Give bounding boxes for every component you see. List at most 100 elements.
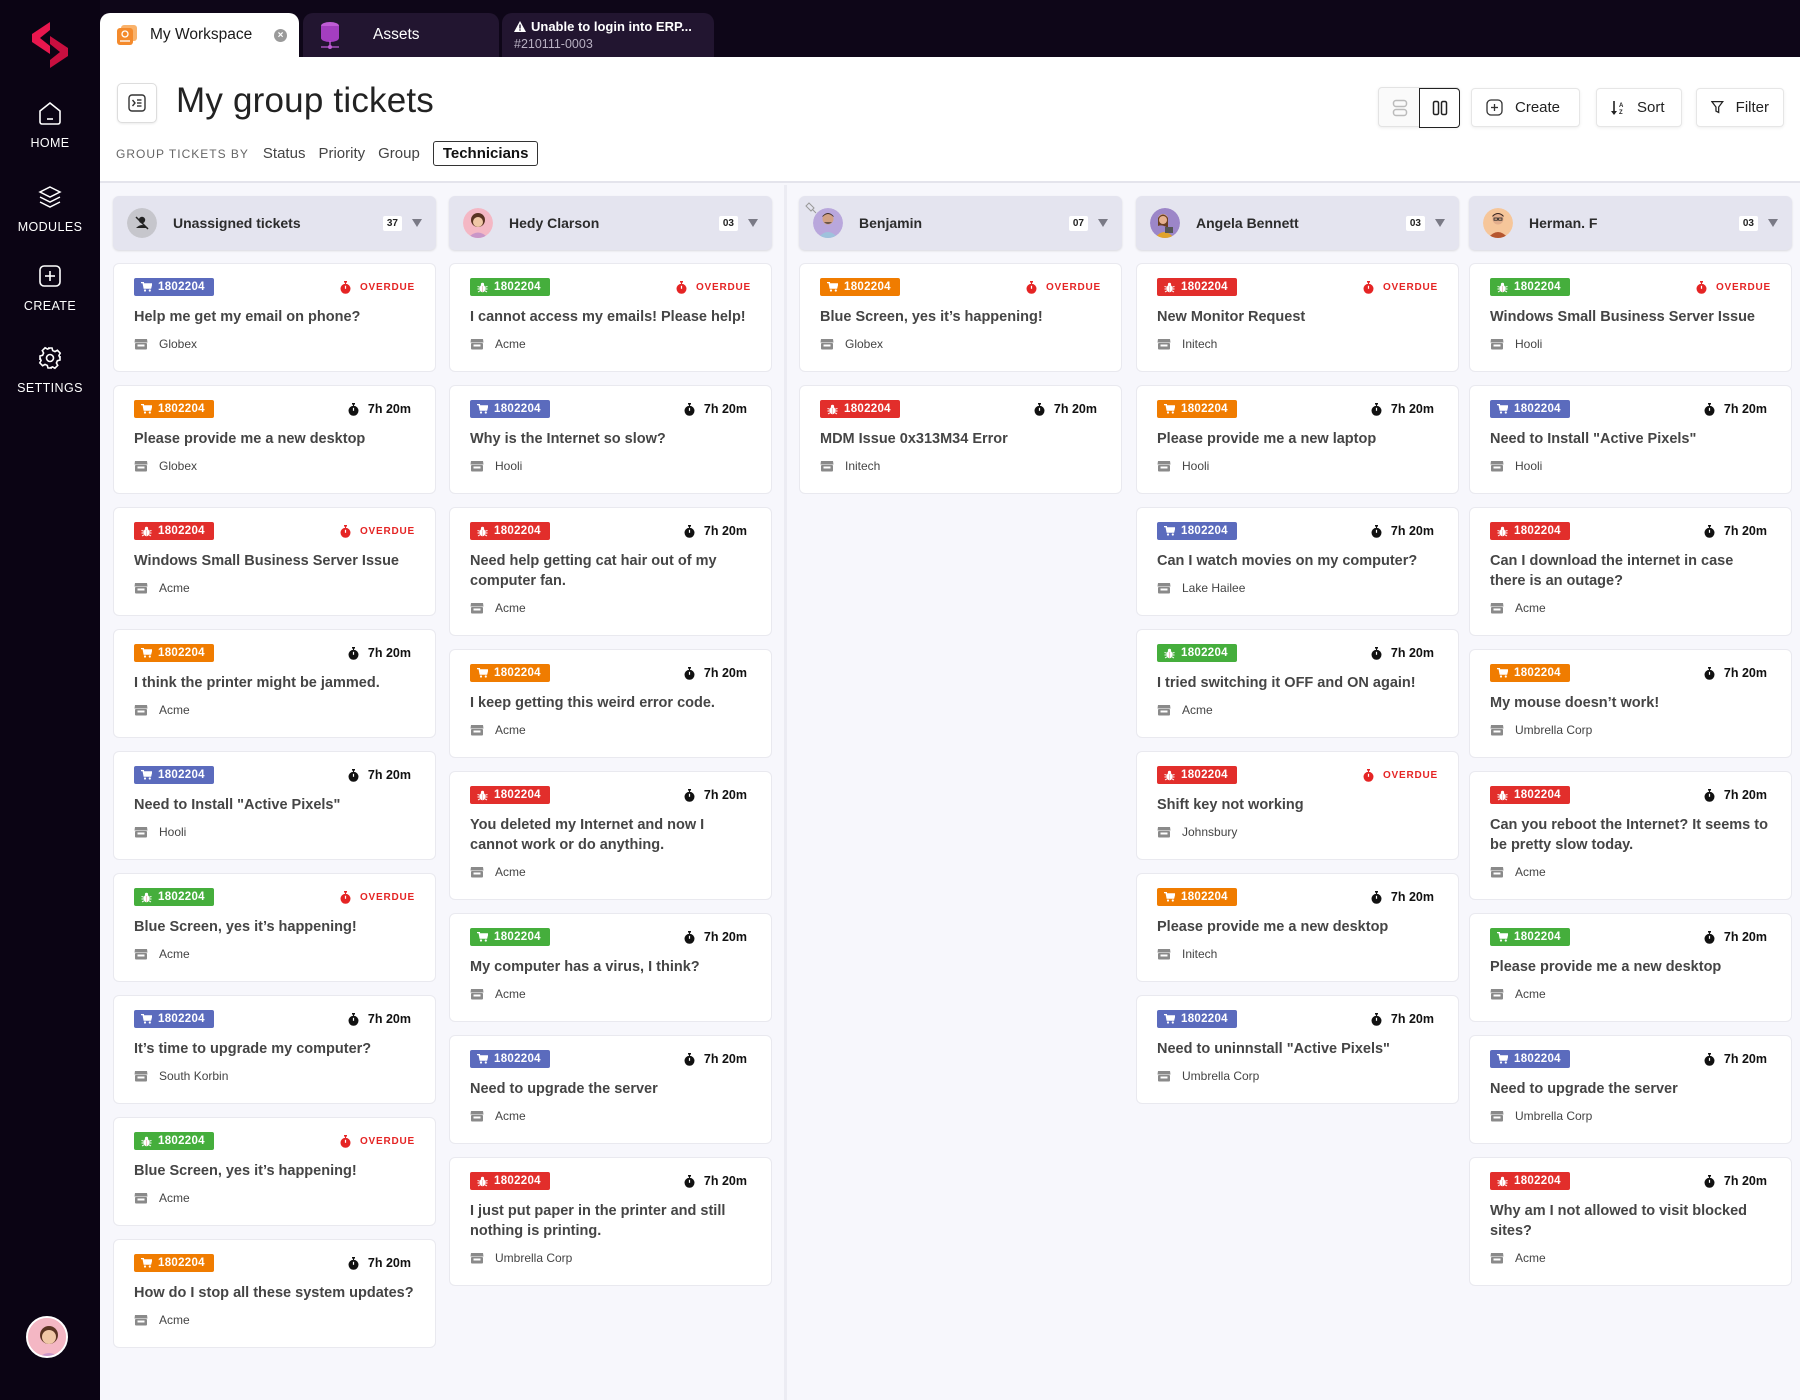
ticket-id-badge[interactable]: 1802204 [470,1050,550,1068]
ticket-card[interactable]: 1802204 7h 20m You deleted my Internet and… [449,771,772,900]
ticket-id-badge[interactable]: 1802204 [470,786,550,804]
ticket-id-badge[interactable]: 1802204 [820,278,900,296]
ticket-id-badge[interactable]: 1802204 [1490,278,1570,296]
ticket-card[interactable]: 1802204 7h 20m Can you reboot the Internet… [1469,771,1792,900]
ticket-card[interactable]: 1802204 7h 20m MDM Issue 0x313M34 Error Ini… [799,385,1122,494]
ticket-card[interactable]: 1802204 7h 20m I tried switching it OFF an… [1136,629,1459,738]
pin-icon[interactable] [805,202,817,214]
ticket-card[interactable]: 1802204 OVERDUE Blue Screen, yes it’s happ… [113,1117,436,1226]
ticket-id-badge[interactable]: 1802204 [470,400,550,418]
ticket-id-badge[interactable]: 1802204 [134,766,214,784]
ticket-card[interactable]: 1802204 OVERDUE Help me get my email on ph… [113,263,436,372]
ticket-card[interactable]: 1802204 7h 20m I keep getting this weird e… [449,649,772,758]
ticket-card[interactable]: 1802204 7h 20m Need to Install "Active Pix… [113,751,436,860]
ticket-card[interactable]: 1802204 7h 20m Can I download the internet… [1469,507,1792,636]
group-by-technicians[interactable]: Technicians [432,141,539,166]
ticket-card[interactable]: 1802204 OVERDUE Shift key not working Johns… [1136,751,1459,860]
ticket-id-badge[interactable]: 1802204 [820,400,900,418]
ticket-id-badge[interactable]: 1802204 [470,928,550,946]
ticket-id-badge[interactable]: 1802204 [134,400,214,418]
tab-label: My Workspace [150,26,253,43]
caret-down-icon[interactable] [412,219,422,227]
ticket-card[interactable]: 1802204 7h 20m It’s time to upgrade my com… [113,995,436,1104]
ticket-id-badge[interactable]: 1802204 [1490,522,1570,540]
ticket-id-badge[interactable]: 1802204 [1490,664,1570,682]
ticket-card[interactable]: 1802204 7h 20m Need to Install "Active Pix… [1469,385,1792,494]
ticket-id-badge[interactable]: 1802204 [470,1172,550,1190]
ticket-card[interactable]: 1802204 7h 20m Why is the Internet so slow… [449,385,772,494]
ticket-card[interactable]: 1802204 OVERDUE Blue Screen, yes it’s happ… [113,873,436,982]
ticket-id-badge[interactable]: 1802204 [134,644,214,662]
ticket-card[interactable]: 1802204 OVERDUE Blue Screen, yes it’s happ… [799,263,1122,372]
ticket-card[interactable]: 1802204 7h 20m How do I stop all these sys… [113,1239,436,1348]
ticket-id-badge[interactable]: 1802204 [1157,400,1237,418]
column-header[interactable]: Benjamin 07 [799,196,1122,250]
sidebar-item-settings[interactable]: SETTINGS [0,345,100,397]
sidebar-item-create[interactable]: CREATE [0,263,100,315]
ticket-id-badge[interactable]: 1802204 [1490,1172,1570,1190]
ticket-id-badge[interactable]: 1802204 [1157,766,1237,784]
ticket-id-badge[interactable]: 1802204 [1157,1010,1237,1028]
board-view-button[interactable] [1419,88,1460,128]
caret-down-icon[interactable] [1435,219,1445,227]
group-by-status[interactable]: Status [263,145,306,162]
ticket-id-badge[interactable]: 1802204 [134,1010,214,1028]
tab-my-workspace[interactable]: My Workspace × [100,13,299,57]
ticket-card[interactable]: 1802204 7h 20m Need to uninnstall "Active … [1136,995,1459,1104]
caret-down-icon[interactable] [1768,219,1778,227]
ticket-id-badge[interactable]: 1802204 [1157,278,1237,296]
ticket-card[interactable]: 1802204 7h 20m Please provide me a new des… [113,385,436,494]
ticket-id-badge[interactable]: 1802204 [1157,522,1237,540]
sidebar-item-modules[interactable]: MODULES [0,184,100,236]
ticket-id-badge[interactable]: 1802204 [470,664,550,682]
ticket-card[interactable]: 1802204 OVERDUE Windows Small Business Ser… [113,507,436,616]
ticket-card[interactable]: 1802204 7h 20m Need help getting cat hair … [449,507,772,636]
ticket-card[interactable]: 1802204 7h 20m My mouse doesn’t work! Umbre… [1469,649,1792,758]
ticket-card[interactable]: 1802204 7h 20m Can I watch movies on my co… [1136,507,1459,616]
sort-button[interactable]: AZ Sort [1596,88,1682,127]
ticket-id-badge[interactable]: 1802204 [1157,644,1237,662]
list-view-button[interactable] [1379,88,1420,128]
ticket-card[interactable]: 1802204 7h 20m Please provide me a new des… [1136,873,1459,982]
user-avatar[interactable] [26,1316,68,1358]
column-header[interactable]: Unassigned tickets 37 [113,196,436,250]
ticket-card[interactable]: 1802204 7h 20m Why am I not allowed to vis… [1469,1157,1792,1286]
ticket-card[interactable]: 1802204 7h 20m Need to upgrade the server U… [1469,1035,1792,1144]
ticket-id-badge[interactable]: 1802204 [1490,928,1570,946]
ticket-id-badge[interactable]: 1802204 [1490,1050,1570,1068]
ticket-id-badge[interactable]: 1802204 [134,1254,214,1272]
ticket-card[interactable]: 1802204 OVERDUE I cannot access my emails!… [449,263,772,372]
ticket-id-badge[interactable]: 1802204 [1490,400,1570,418]
ticket-id-badge[interactable]: 1802204 [134,522,214,540]
close-icon[interactable]: × [274,29,287,42]
column-header[interactable]: Hedy Clarson 03 [449,196,772,250]
ticket-card[interactable]: 1802204 7h 20m Please provide me a new lap… [1136,385,1459,494]
ticket-card[interactable]: 1802204 OVERDUE New Monitor Request Initech [1136,263,1459,372]
tab-assets[interactable]: Assets [303,13,499,57]
ticket-id-badge[interactable]: 1802204 [1157,888,1237,906]
organization-name: Johnsbury [1182,825,1238,839]
filter-button[interactable]: Filter [1696,88,1784,127]
ticket-id-badge[interactable]: 1802204 [134,1132,214,1150]
ticket-card[interactable]: 1802204 OVERDUE Windows Small Business Ser… [1469,263,1792,372]
ticket-id-badge[interactable]: 1802204 [134,888,214,906]
sidebar-item-home[interactable]: HOME [0,100,100,152]
caret-down-icon[interactable] [748,219,758,227]
brand-logo[interactable] [28,20,72,70]
tab-ticket[interactable]: Unable to login into ERP... #210111-0003 [502,13,714,57]
create-button[interactable]: Create [1471,88,1580,127]
ticket-card[interactable]: 1802204 7h 20m I think the printer might b… [113,629,436,738]
ticket-card[interactable]: 1802204 7h 20m Please provide me a new des… [1469,913,1792,1022]
ticket-id-badge[interactable]: 1802204 [134,278,214,296]
ticket-id-badge[interactable]: 1802204 [470,522,550,540]
group-by-group[interactable]: Group [378,145,420,162]
column-header[interactable]: Angela Bennett 03 [1136,196,1459,250]
ticket-id-badge[interactable]: 1802204 [1490,786,1570,804]
column-header[interactable]: Herman. F 03 [1469,196,1792,250]
caret-down-icon[interactable] [1098,219,1108,227]
group-by-priority[interactable]: Priority [318,145,365,162]
ticket-card[interactable]: 1802204 7h 20m I just put paper in the pri… [449,1157,772,1286]
ticket-card[interactable]: 1802204 7h 20m Need to upgrade the server A… [449,1035,772,1144]
ticket-card[interactable]: 1802204 7h 20m My computer has a virus, I … [449,913,772,1022]
ticket-id-badge[interactable]: 1802204 [470,278,550,296]
